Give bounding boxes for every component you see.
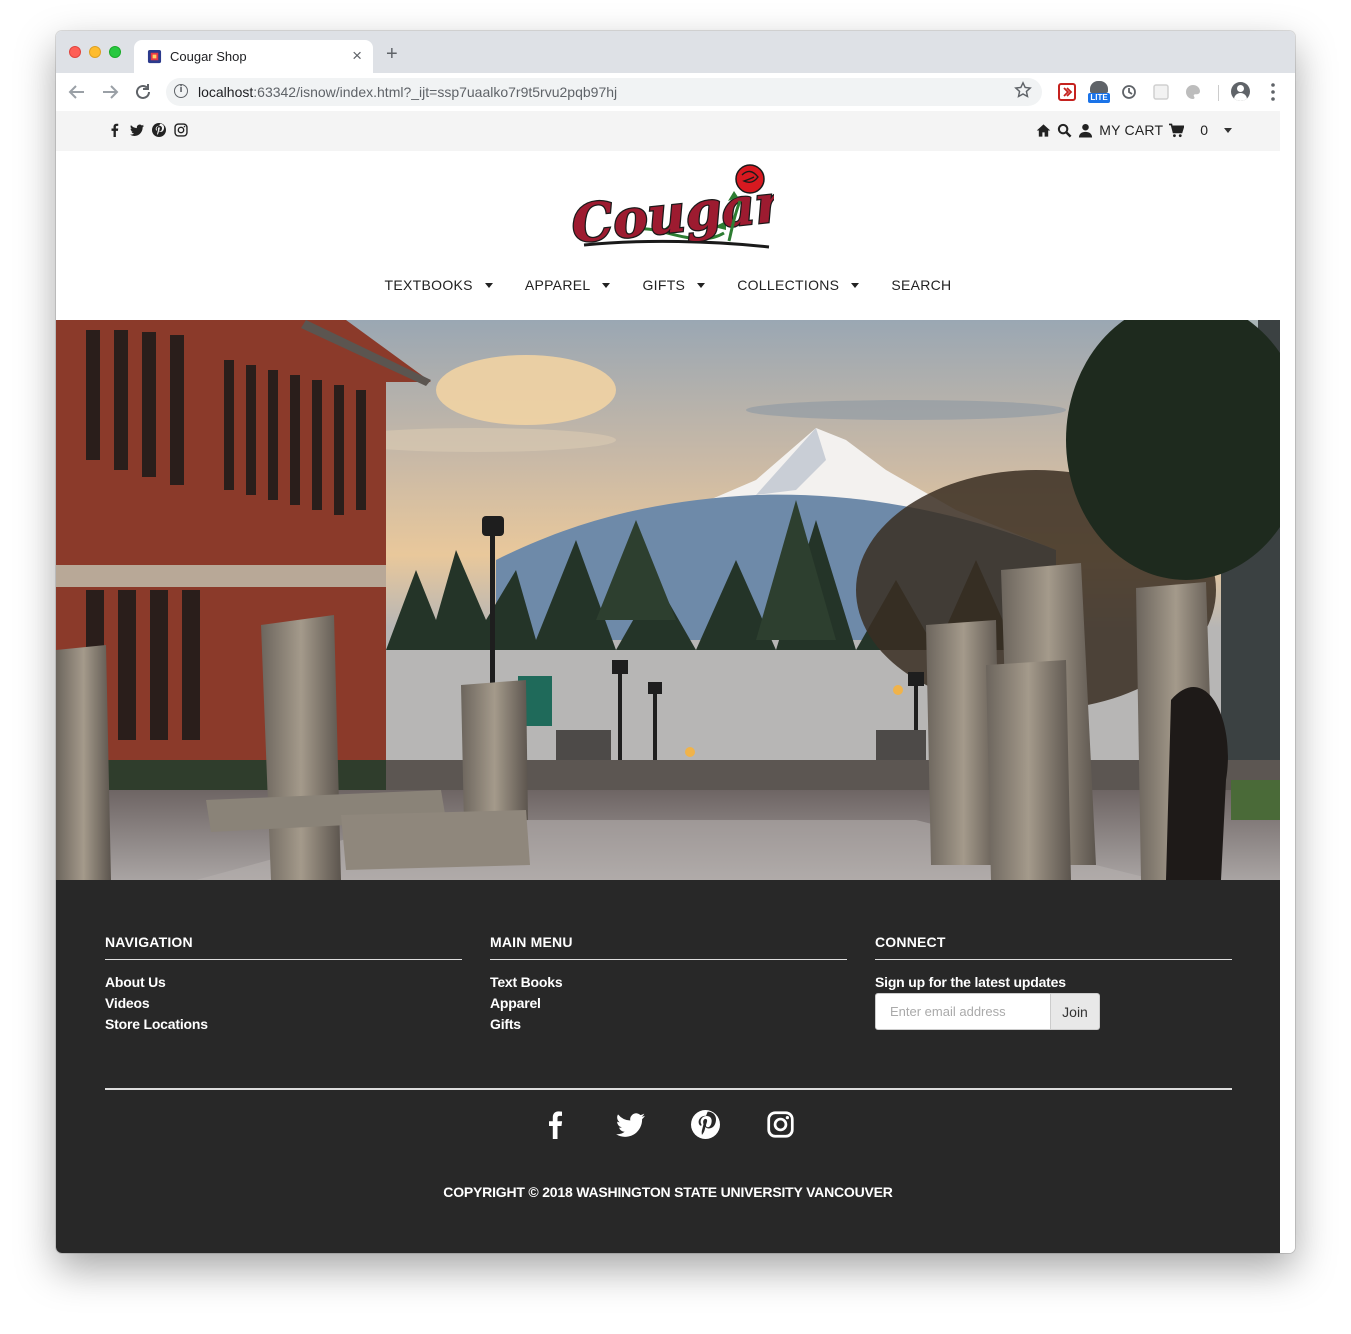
facebook-icon[interactable] (108, 123, 122, 137)
menu-dots-icon[interactable] (1266, 81, 1280, 103)
dropdown-caret-icon (851, 282, 860, 288)
footer-link-store-locations[interactable]: Store Locations (105, 1016, 462, 1032)
footer-link-about-us[interactable]: About Us (105, 974, 462, 990)
instagram-icon[interactable] (174, 123, 188, 137)
footer-divider (105, 1088, 1232, 1090)
address-bar[interactable]: i localhost:63342/isnow/index.html?_ijt=… (166, 78, 1042, 106)
cart-icon[interactable] (1169, 123, 1185, 138)
twitter-icon[interactable] (616, 1110, 645, 1139)
nav-search[interactable]: SEARCH (891, 277, 951, 293)
grayed-extension-icon[interactable] (1152, 83, 1170, 101)
new-tab-button[interactable]: + (386, 44, 398, 64)
main-navigation: TEXTBOOKS APPAREL GIFTS COLLECTIONS SEAR… (56, 277, 1280, 293)
info-icon[interactable]: i (174, 84, 188, 98)
footer-link-apparel[interactable]: Apparel (490, 995, 847, 1011)
home-icon[interactable] (1036, 123, 1051, 138)
user-icon[interactable] (1078, 123, 1093, 138)
copyright-text: COPYRIGHT © 2018 WASHINGTON STATE UNIVER… (443, 1184, 893, 1200)
history-extension-icon[interactable] (1120, 83, 1138, 101)
hero-campus-image (56, 320, 1280, 880)
footer-navigation-title: NAVIGATION (105, 934, 462, 960)
page-content: MY CART 0 Cougars TEXTBOOKS APPAREL GIFT… (56, 111, 1280, 1253)
footer-link-gifts[interactable]: Gifts (490, 1016, 847, 1032)
tab-close-icon[interactable]: × (352, 46, 362, 66)
cart-count: 0 (1200, 122, 1208, 138)
signup-text: Sign up for the latest updates (875, 974, 1066, 990)
extension-red-icon[interactable] (1058, 83, 1076, 101)
footer-social-links (56, 1110, 1280, 1139)
footer-navigation: NAVIGATION About Us Videos Store Locatio… (105, 934, 462, 1037)
url-text: localhost:63342/isnow/index.html?_ijt=ss… (198, 84, 618, 100)
tab-title: Cougar Shop (170, 49, 247, 64)
cougars-logo[interactable]: Cougars (564, 161, 774, 256)
join-button[interactable]: Join (1051, 993, 1100, 1030)
star-icon[interactable] (1014, 81, 1032, 99)
footer-link-videos[interactable]: Videos (105, 995, 462, 1011)
palette-extension-icon[interactable] (1184, 83, 1202, 101)
close-window-button[interactable] (69, 46, 81, 58)
favicon-icon (147, 49, 162, 64)
cart-dropdown-caret-icon[interactable] (1224, 127, 1232, 133)
facebook-icon[interactable] (541, 1110, 570, 1139)
nav-collections[interactable]: COLLECTIONS (737, 277, 860, 293)
footer-link-text-books[interactable]: Text Books (490, 974, 847, 990)
data-saver-extension-icon[interactable]: LITE (1088, 81, 1110, 105)
my-cart-link[interactable]: MY CART (1099, 122, 1163, 138)
footer-main-menu: MAIN MENU Text Books Apparel Gifts (490, 934, 847, 1037)
browser-window: Cougar Shop × + i localhost:63342/isnow/… (56, 31, 1295, 1253)
instagram-icon[interactable] (766, 1110, 795, 1139)
pinterest-icon[interactable] (152, 123, 166, 137)
search-icon[interactable] (1057, 123, 1072, 138)
email-field[interactable] (875, 993, 1051, 1030)
utility-bar: MY CART 0 (56, 111, 1280, 151)
back-arrow-icon[interactable] (66, 81, 88, 103)
header-social-links (108, 123, 188, 137)
nav-textbooks[interactable]: TEXTBOOKS (385, 277, 493, 293)
reload-icon[interactable] (132, 81, 154, 103)
footer-main-menu-title: MAIN MENU (490, 934, 847, 960)
page-scrollbar[interactable] (1280, 111, 1295, 1253)
dropdown-caret-icon (602, 282, 611, 288)
profile-icon[interactable] (1231, 82, 1250, 101)
browser-toolbar: i localhost:63342/isnow/index.html?_ijt=… (56, 73, 1295, 112)
footer: NAVIGATION About Us Videos Store Locatio… (56, 880, 1280, 1253)
account-cart-links: MY CART 0 (1036, 122, 1232, 138)
tab-cougar-shop[interactable]: Cougar Shop × (134, 40, 373, 73)
nav-gifts[interactable]: GIFTS (642, 277, 706, 293)
dropdown-caret-icon (484, 282, 493, 288)
footer-connect: CONNECT Sign up for the latest updates J… (875, 934, 1232, 1030)
footer-connect-title: CONNECT (875, 934, 1232, 960)
twitter-icon[interactable] (130, 123, 144, 137)
tab-bar: Cougar Shop × + (56, 31, 1295, 73)
newsletter-form: Join (875, 993, 1232, 1030)
minimize-window-button[interactable] (89, 46, 101, 58)
zoom-window-button[interactable] (109, 46, 121, 58)
forward-arrow-icon[interactable] (99, 81, 121, 103)
dropdown-caret-icon (697, 282, 706, 288)
nav-apparel[interactable]: APPAREL (525, 277, 611, 293)
pinterest-icon[interactable] (691, 1110, 720, 1139)
